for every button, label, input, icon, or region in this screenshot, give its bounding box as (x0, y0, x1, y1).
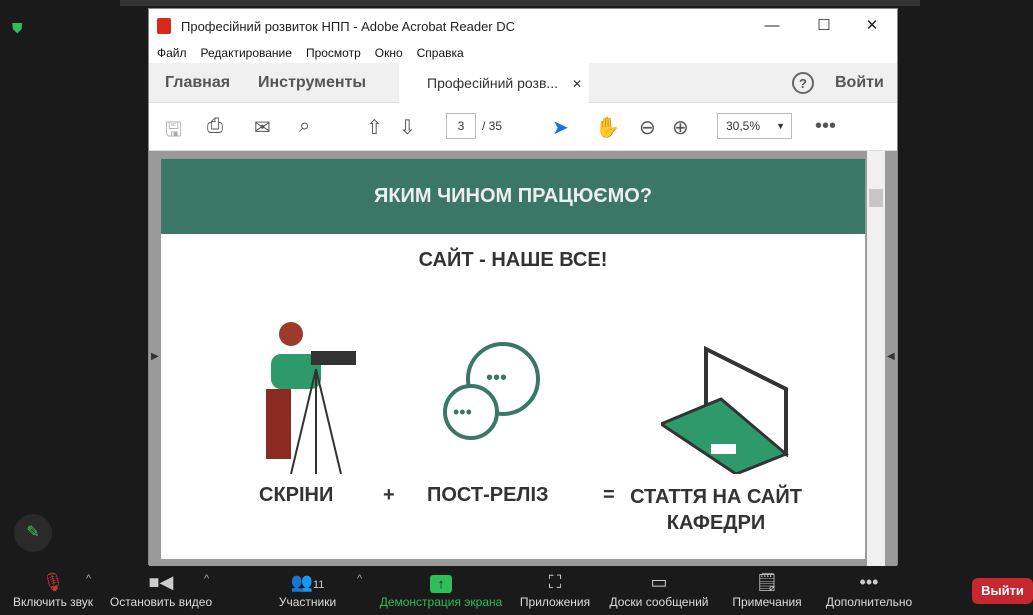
apps-label: Приложения (519, 595, 591, 609)
next-page-icon[interactable]: ⇩ (399, 115, 416, 140)
tab-home[interactable]: Главная (165, 63, 230, 103)
svg-text:•••: ••• (453, 402, 472, 422)
video-options-chevron-icon[interactable]: ^ (204, 573, 209, 585)
chat-bubbles-illustration: ••• ••• (443, 342, 540, 440)
zoom-out-icon[interactable]: ⊖ (639, 115, 656, 140)
more-button[interactable]: ••• Дополнительно (822, 567, 916, 615)
zoom-value: 30,5% (726, 119, 761, 133)
whiteboards-button[interactable]: ▭ Доски сообщений (605, 567, 713, 615)
pdf-icon (157, 18, 171, 34)
left-panel-toggle-icon[interactable]: ▶ (151, 351, 159, 362)
svg-text:•••: ••• (486, 367, 507, 389)
caption-screens: СКРІНИ (259, 484, 334, 506)
participant-video-strip[interactable] (120, 0, 920, 6)
mic-muted-icon: 🎙 (41, 572, 65, 592)
window-title: Професійний розвиток НПП - Adobe Acrobat… (181, 18, 516, 34)
tab-bar: Главная Инструменты Професійний розв... … (149, 63, 897, 103)
menu-window[interactable]: Окно (375, 46, 403, 60)
leave-meeting-button[interactable]: Выйти (972, 578, 1033, 604)
zoom-select[interactable]: 30,5% ▼ (717, 113, 792, 139)
menu-view[interactable]: Просмотр (306, 46, 361, 60)
participants-icon: 👥11 (290, 572, 325, 592)
tab-tools[interactable]: Инструменты (258, 63, 366, 103)
notes-label: Примечания (732, 595, 802, 609)
save-icon[interactable]: 🖫 (165, 115, 182, 149)
share-screen-button[interactable]: ↑ Демонстрация экрана (378, 567, 504, 615)
maximize-button[interactable]: ☐ (801, 9, 847, 43)
minimize-button[interactable]: — (749, 9, 795, 43)
laptop-illustration (661, 345, 789, 474)
prev-page-icon[interactable]: ⇧ (366, 115, 383, 140)
unmute-button[interactable]: 🎙 Включить звук (8, 567, 98, 615)
menu-help[interactable]: Справка (417, 46, 464, 60)
document-view[interactable]: ЯКИМ ЧИНОМ ПРАЦЮЄМО? САЙТ - НАШЕ ВСЕ! ••… (149, 151, 897, 566)
sign-in-button[interactable]: Войти (835, 63, 884, 103)
notes-icon: 🗒 (755, 572, 779, 592)
print-icon[interactable]: ⎙ (207, 115, 223, 138)
menu-bar: Файл Редактирование Просмотр Окно Справк… (149, 43, 897, 63)
participants-button[interactable]: 👥11 Участники (270, 567, 345, 615)
slide-subtitle: САЙТ - НАШЕ ВСЕ! (418, 249, 608, 271)
scrollbar-thumb[interactable] (869, 189, 883, 207)
caption-press-release: ПОСТ-РЕЛІЗ (427, 484, 549, 506)
menu-file[interactable]: Файл (157, 46, 187, 60)
tab-document-label: Професійний розв... (427, 75, 559, 91)
zoom-in-icon[interactable]: ⊕ (672, 115, 689, 140)
stop-video-label: Остановить видео (109, 595, 213, 609)
select-cursor-icon[interactable]: ➤ (552, 115, 569, 140)
page-total: / 35 (482, 119, 503, 133)
share-screen-icon: ↑ (430, 575, 452, 593)
participants-count: 11 (313, 579, 325, 591)
menu-edit[interactable]: Редактирование (201, 46, 292, 60)
page-number-input[interactable]: 3 (446, 113, 476, 139)
pdf-page: ЯКИМ ЧИНОМ ПРАЦЮЄМО? САЙТ - НАШЕ ВСЕ! ••… (161, 159, 865, 559)
more-label: Дополнительно (825, 595, 913, 609)
acrobat-window: Професійний розвиток НПП - Adobe Acrobat… (148, 8, 898, 566)
video-icon: ■◀ (148, 572, 174, 592)
annotate-pen-icon[interactable]: ✎ (14, 514, 52, 552)
unmute-label: Включить звук (12, 595, 94, 609)
title-bar: Професійний розвиток НПП - Adobe Acrobat… (149, 9, 897, 43)
more-icon: ••• (859, 572, 879, 592)
hand-tool-icon[interactable]: ✋ (595, 115, 620, 140)
help-icon[interactable]: ? (792, 72, 814, 94)
stop-video-button[interactable]: ■◀ Остановить видео (106, 567, 216, 615)
apps-icon: ⛶ (548, 572, 562, 592)
caption-article: СТАТТЯ НА САЙТ КАФЕДРИ (630, 486, 802, 534)
vertical-scrollbar[interactable] (867, 151, 885, 566)
chevron-down-icon: ▼ (776, 121, 785, 131)
tab-document[interactable]: Професійний розв... ✕ (399, 63, 589, 103)
email-icon[interactable]: ✉ (254, 115, 271, 140)
tab-close-icon[interactable]: ✕ (572, 77, 582, 91)
share-screen-label: Демонстрация экрана (379, 595, 503, 609)
photographer-illustration (266, 322, 356, 475)
right-panel-toggle-icon[interactable]: ◀ (887, 351, 895, 362)
zoom-meeting-toolbar: 🎙 Включить звук ■◀ Остановить видео 👥11 Уча… (0, 567, 1033, 615)
audio-options-chevron-icon[interactable]: ^ (86, 573, 91, 585)
notes-button[interactable]: 🗒 Примечания (728, 567, 806, 615)
equals-sign: = (603, 484, 615, 506)
toolbar: 🖫 ⎙ ✉ ⌕ ⇧ ⇩ 3 / 35 ➤ ✋ ⊖ ⊕ 30,5% ▼ ••• (149, 103, 897, 151)
participants-label: Участники (278, 595, 337, 609)
more-tools-icon[interactable]: ••• (815, 115, 836, 138)
whiteboard-icon: ▭ (650, 572, 668, 592)
plus-sign: + (383, 484, 395, 506)
search-icon[interactable]: ⌕ (299, 115, 310, 138)
apps-button[interactable]: ⛶ Приложения (516, 567, 594, 615)
participants-chevron-icon[interactable]: ^ (357, 573, 362, 585)
whiteboards-label: Доски сообщений (609, 595, 709, 609)
slide-banner: ЯКИМ ЧИНОМ ПРАЦЮЄМО? (161, 159, 865, 234)
close-button[interactable]: ✕ (849, 9, 895, 43)
security-shield-icon[interactable]: ⛊ (12, 20, 28, 38)
